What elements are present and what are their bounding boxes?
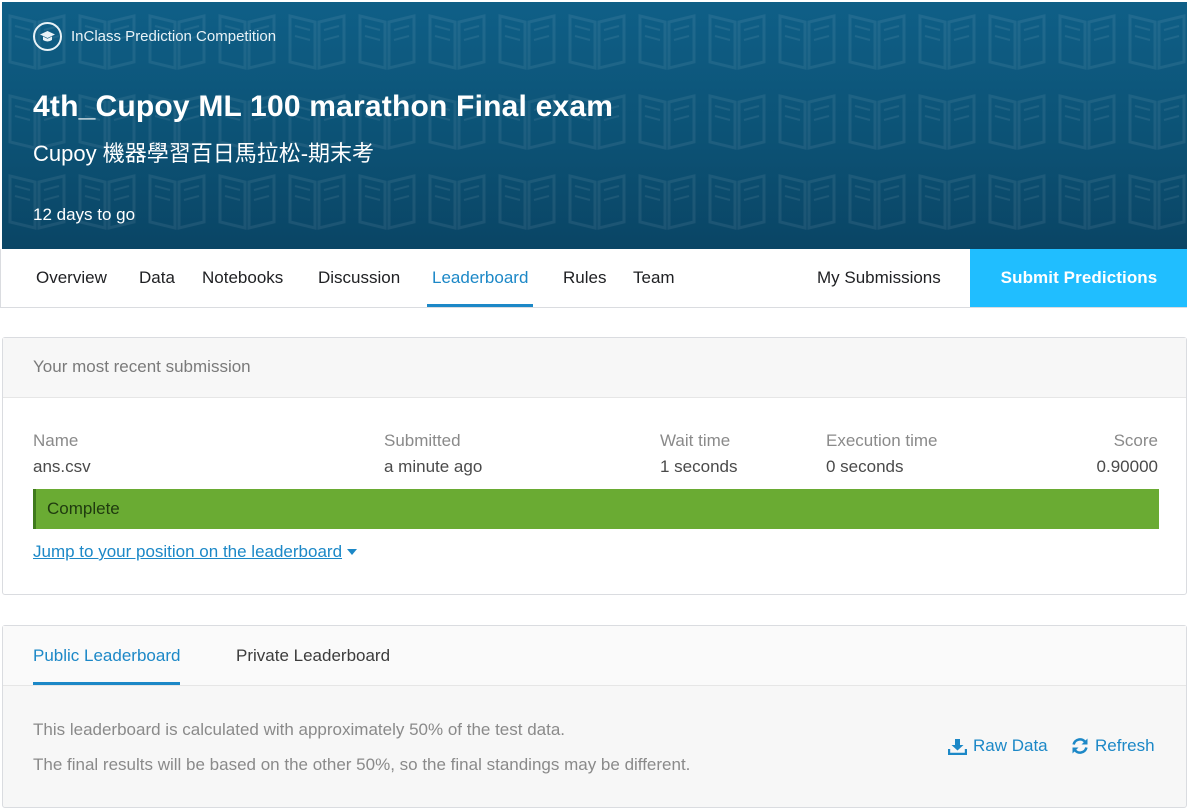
name-value: ans.csv: [33, 457, 91, 476]
competition-type-label: InClass Prediction Competition: [71, 28, 277, 45]
score-value: 0.90000: [1096, 457, 1158, 476]
jump-link-text[interactable]: Jump to your position on the leaderboard: [33, 542, 342, 562]
refresh-icon[interactable]: [1071, 737, 1089, 755]
submitted-column: Submitted a minute ago: [384, 431, 482, 477]
competition-type-badge: InClass Prediction Competition: [33, 22, 276, 51]
tab-data[interactable]: Data: [139, 249, 175, 307]
raw-data-button[interactable]: Raw Data: [948, 736, 1048, 756]
recent-submission-card: Your most recent submission Name ans.csv…: [2, 337, 1187, 595]
raw-data-label[interactable]: Raw Data: [973, 736, 1048, 756]
recent-submission-header: Your most recent submission: [3, 338, 1186, 398]
submit-predictions-button[interactable]: Submit Predictions: [970, 249, 1187, 307]
leaderboard-tabs: Public Leaderboard Private Leaderboard: [3, 626, 1186, 686]
wait-time-value: 1 seconds: [660, 457, 738, 476]
competition-subtitle: Cupoy 機器學習百日馬拉松-期末考: [33, 141, 375, 166]
leaderboard-note-line1: This leaderboard is calculated with appr…: [33, 720, 566, 739]
caret-down-icon[interactable]: [347, 549, 358, 555]
refresh-button[interactable]: Refresh: [1071, 736, 1155, 756]
name-label: Name: [33, 431, 79, 450]
tab-team[interactable]: Team: [633, 249, 675, 307]
tab-leaderboard[interactable]: Leaderboard: [426, 249, 534, 307]
submission-status-bar: Complete: [33, 489, 1159, 529]
competition-banner: InClass Prediction Competition 4th_Cupoy…: [2, 2, 1187, 249]
tab-public-leaderboard[interactable]: Public Leaderboard: [33, 626, 181, 685]
wait-time-column: Wait time 1 seconds: [660, 431, 738, 477]
score-label: Score: [1113, 431, 1158, 450]
tab-notebooks[interactable]: Notebooks: [202, 249, 283, 307]
graduation-cap-icon: [33, 22, 62, 51]
submitted-value: a minute ago: [384, 457, 483, 476]
execution-time-label: Execution time: [826, 431, 938, 450]
execution-time-column: Execution time 0 seconds: [826, 431, 938, 477]
leaderboard-card: Public Leaderboard Private Leaderboard T…: [2, 625, 1187, 808]
refresh-label[interactable]: Refresh: [1095, 736, 1155, 756]
wait-time-label: Wait time: [660, 431, 731, 450]
submitted-label: Submitted: [384, 431, 461, 450]
status-text: Complete: [47, 499, 120, 518]
download-icon[interactable]: [948, 738, 967, 755]
deadline-text: 12 days to go: [33, 205, 136, 224]
tab-private-leaderboard[interactable]: Private Leaderboard: [236, 626, 390, 685]
my-submissions-link[interactable]: My Submissions: [817, 249, 941, 307]
score-column: Score 0.90000: [1097, 431, 1158, 477]
jump-to-position-link[interactable]: Jump to your position on the leaderboard: [33, 542, 358, 562]
tab-discussion[interactable]: Discussion: [318, 249, 400, 307]
competition-title: 4th_Cupoy ML 100 marathon Final exam: [33, 90, 614, 123]
execution-time-value: 0 seconds: [826, 457, 904, 476]
competition-tabs: Overview Data Notebooks Discussion Leade…: [0, 249, 1187, 308]
leaderboard-note-line2: The final results will be based on the o…: [33, 755, 691, 774]
tab-overview[interactable]: Overview: [36, 249, 107, 307]
tab-rules[interactable]: Rules: [563, 249, 606, 307]
submission-name-column: Name ans.csv: [33, 431, 91, 477]
